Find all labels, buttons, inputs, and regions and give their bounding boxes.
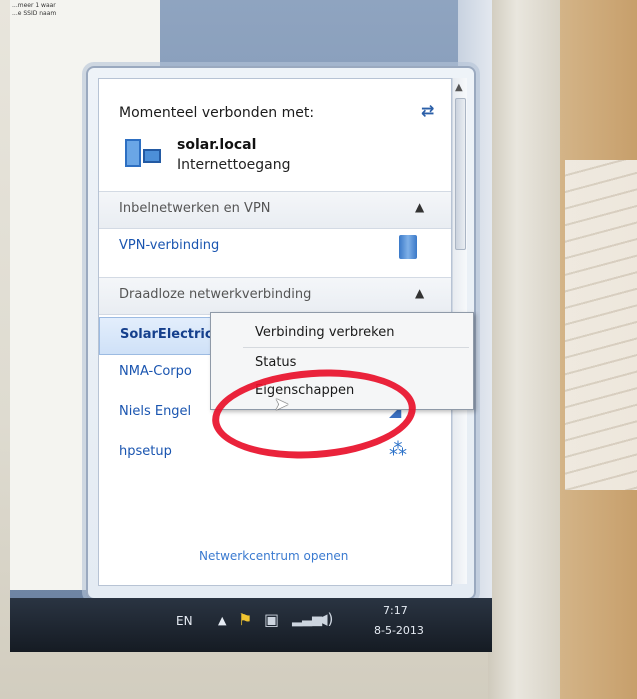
language-indicator[interactable]: EN [176, 614, 193, 628]
menu-item-status[interactable]: Status [255, 355, 296, 370]
photo-background: ...meer 1 waar ...e SSID naam Momenteel … [0, 0, 637, 699]
action-center-flag-icon[interactable]: ⚑ [238, 610, 252, 629]
document-text: ...meer 1 waar ...e SSID naam [12, 2, 57, 17]
tray-app-icon[interactable]: ▣ [264, 610, 279, 629]
paper-stack [565, 160, 637, 490]
clock-date[interactable]: 8-5-2013 [374, 624, 424, 637]
list-item-label: hpsetup [119, 444, 172, 459]
section-wireless[interactable]: Draadloze netwerkverbinding ▲ [99, 277, 451, 315]
clock-time[interactable]: 7:17 [383, 604, 408, 617]
taskbar: EN ▲ ⚑ ▣ ▂▃▅ ◀) 7:17 8-5-2013 [10, 598, 492, 652]
list-item-label: Niels Engel [119, 404, 192, 419]
scroll-up-icon[interactable]: ▲ [455, 82, 463, 93]
list-item-label: SolarElectric [120, 327, 213, 342]
chevron-up-icon[interactable]: ▲ [415, 200, 424, 214]
network-center-link[interactable]: Netwerkcentrum openen [199, 549, 348, 563]
list-item-vpn[interactable]: VPN-verbinding [99, 229, 451, 265]
volume-icon[interactable]: ◀) [316, 610, 333, 628]
list-item-label: NMA-Corpo [119, 364, 192, 379]
section-label: Inbelnetwerken en VPN [119, 201, 271, 216]
connected-network-name: solar.local [177, 137, 257, 153]
monitor-bezel-edge [488, 0, 560, 699]
list-item-label: VPN-verbinding [119, 238, 220, 253]
menu-item-disconnect[interactable]: Verbinding verbreken [255, 325, 394, 340]
network-computer-icon [125, 139, 161, 167]
hp-network-icon: ⁂ [389, 439, 407, 460]
vpn-server-icon [399, 235, 417, 259]
refresh-icon[interactable]: ⇄ [421, 101, 434, 120]
scrollbar-thumb[interactable] [455, 98, 466, 250]
section-label: Draadloze netwerkverbinding [119, 287, 312, 302]
mouse-cursor-icon: ➤ [274, 394, 290, 415]
tray-expand-icon[interactable]: ▲ [218, 614, 226, 627]
connected-network-access: Internettoegang [177, 157, 291, 173]
chevron-up-icon[interactable]: ▲ [415, 286, 424, 300]
connected-title: Momenteel verbonden met: [119, 105, 315, 121]
section-dialup-vpn[interactable]: Inbelnetwerken en VPN ▲ [99, 191, 451, 229]
menu-separator [243, 347, 469, 348]
screen: ...meer 1 waar ...e SSID naam Momenteel … [10, 0, 492, 600]
